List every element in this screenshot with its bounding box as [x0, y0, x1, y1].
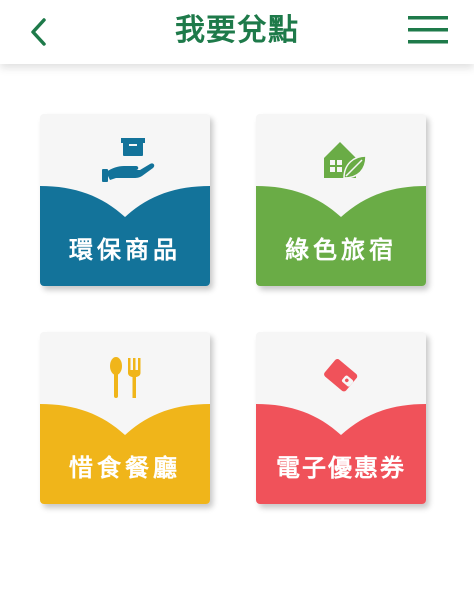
- menu-button[interactable]: [408, 14, 448, 46]
- top-bar: 我要兌點: [0, 0, 474, 64]
- green-house-leaf-icon: [324, 142, 367, 179]
- page-title: 我要兌點: [175, 13, 299, 48]
- card-food-rescue-restaurants[interactable]: 惜食餐廳: [40, 332, 210, 504]
- card-label: 電子優惠券: [276, 454, 406, 482]
- card-label: 環保商品: [69, 236, 181, 264]
- card-e-coupons[interactable]: 電子優惠券: [256, 332, 426, 504]
- spoon-fork-icon: [110, 357, 141, 398]
- e-coupon-wallet-icon: [324, 359, 358, 392]
- card-green-hotels[interactable]: 綠色旅宿: [256, 114, 426, 286]
- card-label: 綠色旅宿: [285, 236, 397, 264]
- hamburger-menu-icon: [408, 16, 448, 44]
- card-eco-products[interactable]: 環保商品: [40, 114, 210, 286]
- hand-holding-box-icon: [102, 138, 155, 182]
- card-label: 惜食餐廳: [69, 454, 181, 482]
